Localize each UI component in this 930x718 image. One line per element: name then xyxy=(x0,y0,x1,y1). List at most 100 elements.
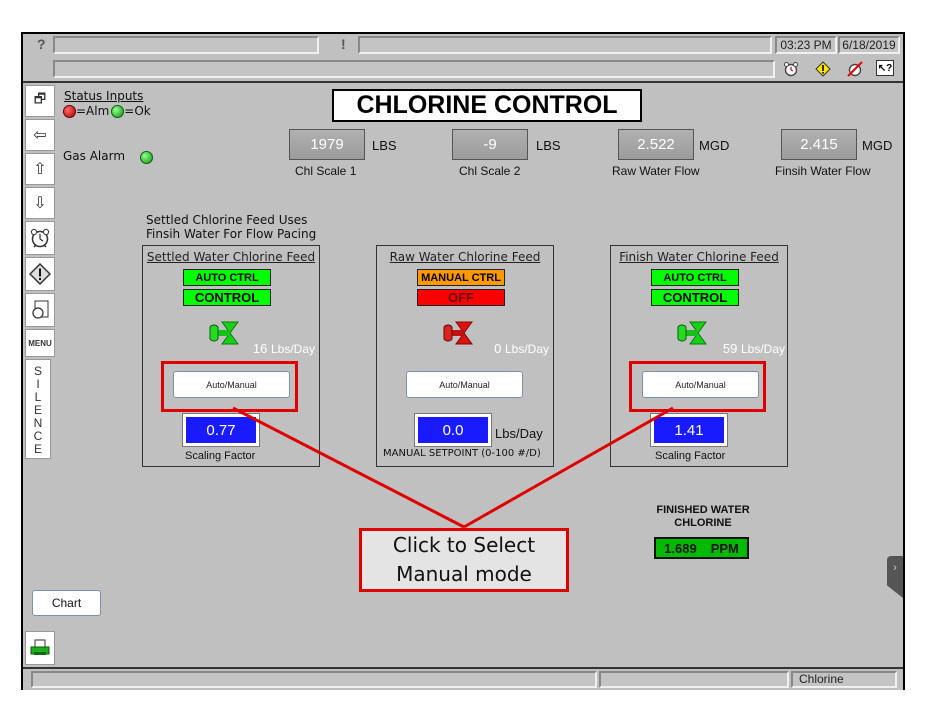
valve-open-icon xyxy=(209,321,239,345)
hmi-window: ? ! 03:23 PM 6/18/2019 ↖? 🗗 ⇦ ⇧ ⇩ MENU S… xyxy=(21,32,905,690)
finish-mode-badge: AUTO CTRL xyxy=(651,269,739,286)
raw-rate-value: 0 xyxy=(494,341,502,356)
flow-pacing-note: Settled Chlorine Feed Uses Finsih Water … xyxy=(146,213,316,241)
finish-water-flow-label: Finsih Water Flow xyxy=(775,164,871,178)
raw-setpoint-unit: Lbs/Day xyxy=(495,426,543,441)
raw-state-badge: OFF xyxy=(417,289,505,306)
raw-setpoint-label: MANUAL SETPOINT (0-100 #/D) xyxy=(383,448,541,459)
silence-button[interactable]: SILENCE xyxy=(25,359,51,459)
warning-icon xyxy=(29,263,51,285)
footer-field-2 xyxy=(599,671,789,688)
settled-feed-panel: Settled Water Chlorine Feed AUTO CTRL CO… xyxy=(142,245,320,467)
annotation-line-2: Manual mode xyxy=(396,562,532,586)
page-up-button[interactable]: ⇧ xyxy=(25,153,55,185)
help-icon[interactable]: ? xyxy=(37,36,46,52)
raw-water-flow-unit: MGD xyxy=(699,138,730,153)
up-arrow-icon: ⇧ xyxy=(33,161,47,178)
alarm-log-button[interactable] xyxy=(25,293,55,327)
chl-scale-1-label: Chl Scale 1 xyxy=(295,164,357,178)
annotation-callout: Click to Select Manual mode xyxy=(359,528,569,592)
date-display: 6/18/2019 xyxy=(838,36,900,54)
settled-scaling-label: Scaling Factor xyxy=(185,450,256,462)
finished-chlorine-label-2: CHLORINE xyxy=(674,517,732,529)
screen-name-display: Chlorine xyxy=(791,671,897,688)
finish-scaling-factor[interactable]: 1.41 xyxy=(650,413,728,447)
finish-rate-unit: Lbs/Day xyxy=(740,342,785,356)
raw-feed-panel: Raw Water Chlorine Feed MANUAL CTRL OFF … xyxy=(376,245,554,467)
finish-feed-panel: Finish Water Chlorine Feed AUTO CTRL CON… xyxy=(610,245,788,467)
expand-panel-tab[interactable]: › xyxy=(887,556,903,598)
chl-scale-2-value: -9 xyxy=(452,129,528,160)
annotation-line-1: Click to Select xyxy=(392,533,536,557)
highlight-finish-button xyxy=(629,361,766,412)
top-status-bar: ? ! 03:23 PM 6/18/2019 xyxy=(23,34,903,56)
raw-auto-manual-button[interactable]: Auto/Manual xyxy=(406,371,523,398)
status-inputs-title: Status Inputs xyxy=(64,89,144,103)
raw-feed-title: Raw Water Chlorine Feed xyxy=(389,250,541,264)
settled-mode-badge: AUTO CTRL xyxy=(183,269,271,286)
time-display: 03:23 PM xyxy=(775,36,837,54)
page-down-button[interactable]: ⇩ xyxy=(25,187,55,219)
note-line-2: Finsih Water For Flow Pacing xyxy=(146,227,317,241)
raw-mode-badge: MANUAL CTRL xyxy=(417,269,505,286)
chl-scale-1-value: 1979 xyxy=(289,129,365,160)
settled-rate-unit: Lbs/Day xyxy=(270,342,315,356)
settled-scaling-factor[interactable]: 0.77 xyxy=(182,413,260,447)
warning-diamond-icon[interactable] xyxy=(813,60,833,78)
chl-scale-2-unit: LBS xyxy=(536,138,561,153)
legend-alarm-label: =Alm xyxy=(76,104,110,118)
legend-ok-label: =Ok xyxy=(124,104,151,118)
message-field-1 xyxy=(53,36,319,54)
raw-water-flow-label: Raw Water Flow xyxy=(612,164,700,178)
finished-chlorine-label-1: FINISHED WATER xyxy=(656,504,750,516)
finish-feed-title: Finish Water Chlorine Feed xyxy=(619,250,779,264)
finished-chlorine-readout: 1.689 PPM xyxy=(654,537,749,559)
message-field-3 xyxy=(53,60,775,78)
raw-rate-unit: Lbs/Day xyxy=(504,342,549,356)
finish-rate: 59 Lbs/Day xyxy=(723,341,785,356)
raw-manual-setpoint[interactable]: 0.0 xyxy=(414,413,492,447)
back-button[interactable]: ⇦ xyxy=(25,119,55,151)
finish-rate-value: 59 xyxy=(722,341,738,356)
ok-indicator-icon xyxy=(111,104,125,118)
settled-rate-value: 16 xyxy=(252,341,268,356)
windows-button[interactable]: 🗗 xyxy=(25,85,55,117)
raw-water-flow-value: 2.522 xyxy=(618,129,694,160)
alert-icon[interactable]: ! xyxy=(341,36,346,52)
finished-chlorine-value: 1.689 xyxy=(664,540,697,556)
finish-water-flow-value: 2.415 xyxy=(781,129,857,160)
finish-scaling-label: Scaling Factor xyxy=(655,450,726,462)
page-title: CHLORINE CONTROL xyxy=(332,89,642,122)
alarm-banner-button[interactable] xyxy=(25,257,55,291)
finished-chlorine-unit: PPM xyxy=(710,540,739,556)
highlight-settled-button xyxy=(161,361,298,412)
note-line-1: Settled Chlorine Feed Uses xyxy=(146,213,308,227)
top-toolbar: ↖? xyxy=(23,57,903,83)
down-arrow-icon: ⇩ xyxy=(33,195,47,212)
back-icon: ⇦ xyxy=(33,127,47,144)
footer-bar: Chlorine xyxy=(23,667,903,690)
chl-scale-1-unit: LBS xyxy=(372,138,397,153)
context-help-icon[interactable]: ↖? xyxy=(876,60,894,76)
silenced-alarm-icon[interactable] xyxy=(845,60,865,78)
gas-alarm-label: Gas Alarm xyxy=(63,149,126,163)
settled-state-badge: CONTROL xyxy=(183,289,271,306)
alarm-indicator-icon xyxy=(63,104,76,118)
message-field-2 xyxy=(358,36,772,54)
alarm-clock-icon xyxy=(30,228,50,248)
alarm-summary-button[interactable] xyxy=(25,221,55,255)
chart-button[interactable]: Chart xyxy=(32,590,101,616)
status-legend: =Alm =Ok xyxy=(63,104,151,118)
alarm-log-icon xyxy=(32,300,49,319)
windows-icon: 🗗 xyxy=(33,91,47,106)
raw-rate: 0 Lbs/Day xyxy=(494,341,549,356)
valve-open-icon xyxy=(677,321,707,345)
print-button[interactable] xyxy=(25,631,55,665)
menu-button[interactable]: MENU xyxy=(25,329,55,357)
gas-alarm-indicator xyxy=(140,151,153,164)
finish-water-flow-unit: MGD xyxy=(862,138,893,153)
valve-closed-icon xyxy=(443,321,473,345)
footer-field-1 xyxy=(31,671,597,688)
alarm-clock-icon[interactable] xyxy=(781,60,801,78)
chl-scale-2-label: Chl Scale 2 xyxy=(459,164,521,178)
